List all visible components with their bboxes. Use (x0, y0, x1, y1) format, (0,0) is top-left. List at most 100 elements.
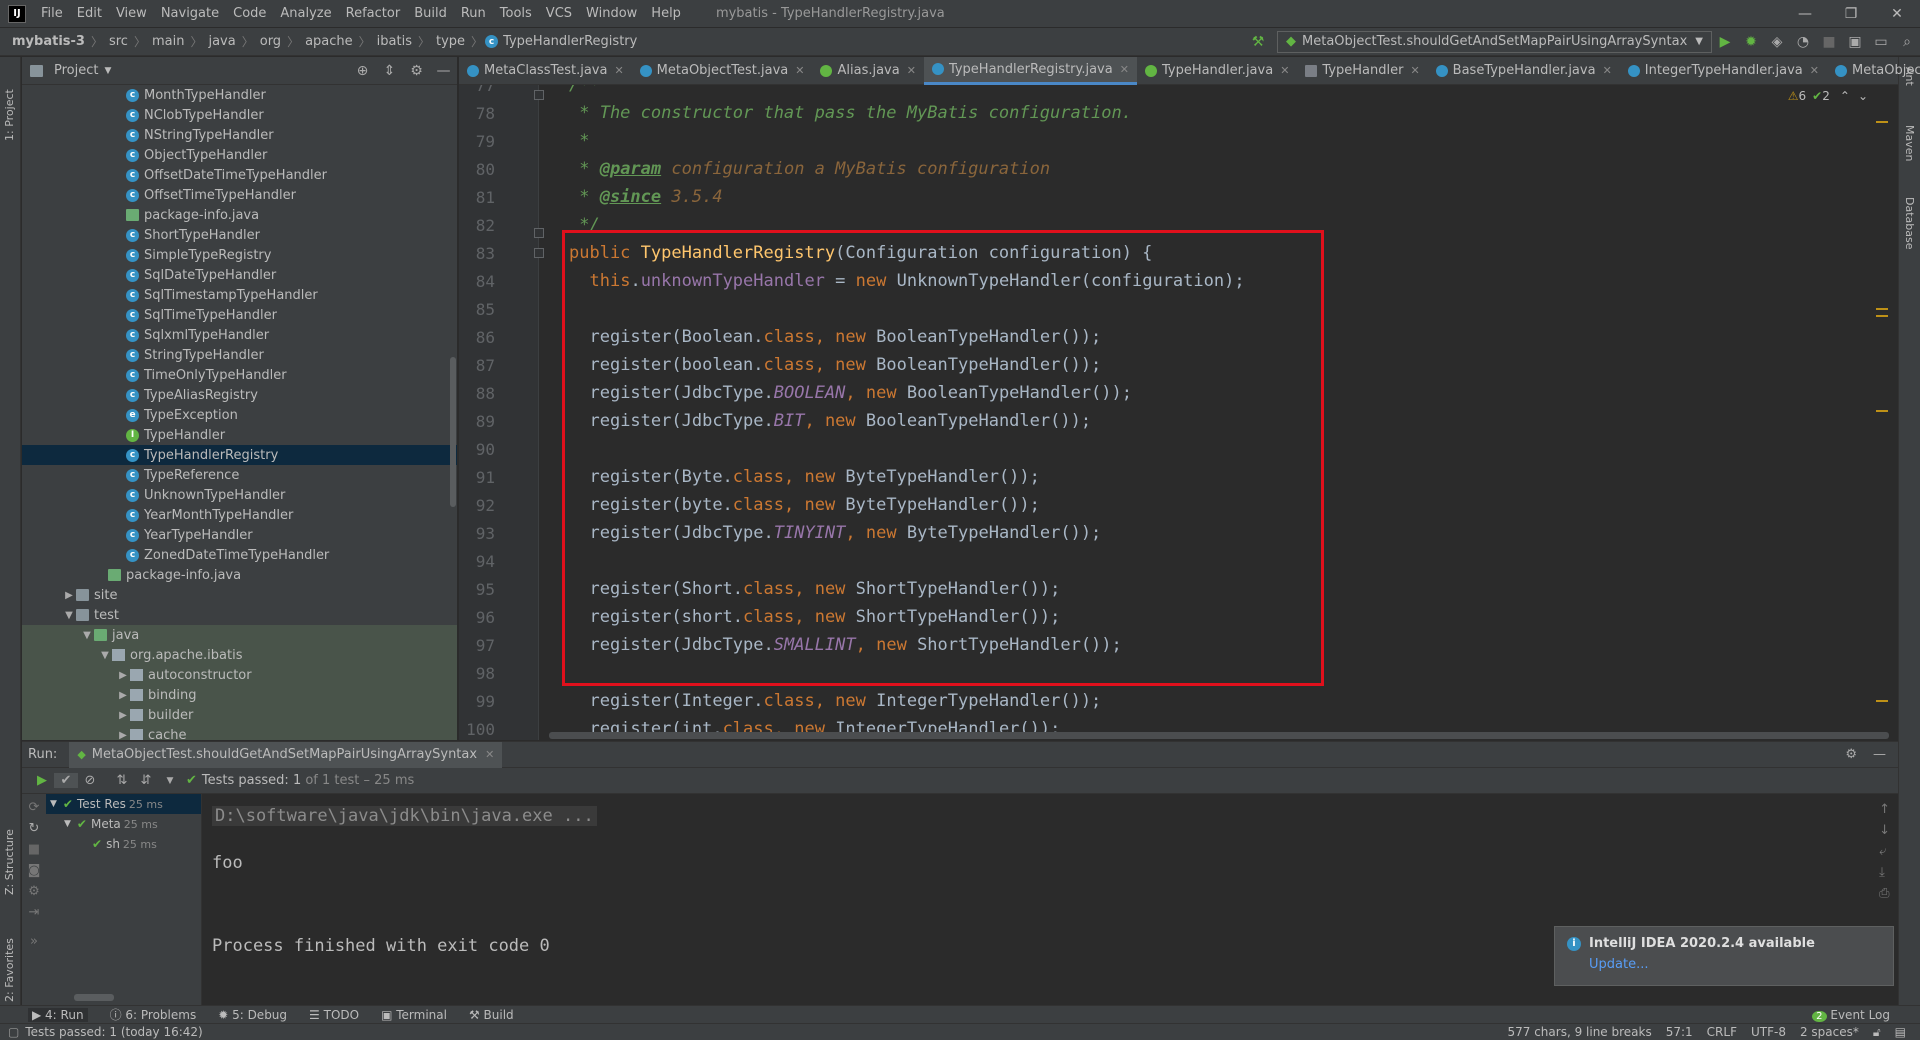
test-tree-item[interactable]: ▼ ✔ Test Res 25 ms (46, 794, 201, 814)
scroll-to-end-icon[interactable]: ⤓ (1879, 865, 1890, 880)
show-passed-icon[interactable]: ✔ (54, 773, 78, 788)
favorites-tool-button[interactable]: 2: Favorites (3, 938, 16, 1002)
run-icon[interactable]: ▶ (1712, 34, 1738, 50)
error-stripe-marker[interactable] (1876, 121, 1888, 123)
project-tree-package[interactable]: ▶ builder (22, 705, 457, 725)
structure-tool-button[interactable]: Z: Structure (3, 829, 16, 895)
project-tree-item[interactable]: c StringTypeHandler (22, 345, 457, 365)
breadcrumb-src[interactable]: src (105, 34, 132, 49)
build-hammer-icon[interactable]: ⚒ (1245, 34, 1271, 50)
hide-icon[interactable]: — (430, 63, 457, 79)
inspection-widget[interactable]: ⚠ 6 ✔ 2 ⌃ ⌄ (1788, 89, 1868, 103)
update-notification[interactable]: i IntelliJ IDEA 2020.2.4 available Update… (1554, 926, 1894, 986)
project-tree-item[interactable]: c YearTypeHandler (22, 525, 457, 545)
database-tool-button[interactable]: Database (1903, 197, 1916, 250)
project-tree-item[interactable]: c SqlTimeTypeHandler (22, 305, 457, 325)
menu-build[interactable]: Build (407, 6, 454, 21)
editor-tab[interactable]: MetaClassTest.java ✕ (459, 57, 632, 85)
chevron-down-icon[interactable]: ▼ (104, 66, 111, 76)
menu-view[interactable]: View (109, 6, 154, 21)
editor-tab[interactable]: TypeHandlerRegistry.java ✕ (923, 56, 1137, 85)
print-icon[interactable]: ⎙ (1879, 886, 1890, 901)
code-editor[interactable]: 77 78 79 80 81 82 83 84 85 86 87 88 89 90 91 92 93 94 95 96… (459, 85, 1898, 740)
coverage-icon[interactable]: ◈ (1764, 34, 1790, 50)
menu-edit[interactable]: Edit (70, 6, 109, 21)
project-tree-item[interactable]: c TypeReference (22, 465, 457, 485)
project-tree-item[interactable]: c SimpleTypeRegistry (22, 245, 457, 265)
restore-icon[interactable]: ❐ (1828, 6, 1874, 22)
error-stripe-marker[interactable] (1876, 410, 1888, 412)
project-tree-package[interactable]: ▶ autoconstructor (22, 665, 457, 685)
project-tree-item[interactable]: c ObjectTypeHandler (22, 145, 457, 165)
project-tree-package[interactable]: ▼ org.apache.ibatis (22, 645, 457, 665)
project-structure-icon[interactable]: ▣ (1842, 34, 1868, 50)
presentation-icon[interactable]: ▭ (1868, 34, 1894, 50)
breadcrumb-org[interactable]: org (256, 34, 285, 49)
project-tree-item[interactable]: c YearMonthTypeHandler (22, 505, 457, 525)
editor-tab[interactable]: MetaObject.java✕ (1827, 57, 1920, 85)
editor-tab[interactable]: IntegerTypeHandler.java ✕ (1620, 57, 1827, 85)
hide-icon[interactable]: — (1873, 747, 1886, 762)
fold-toggle-icon[interactable] (534, 90, 544, 100)
close-icon[interactable]: ✕ (1874, 6, 1920, 22)
project-tree-package[interactable]: ▶ binding (22, 685, 457, 705)
rerun-icon[interactable]: ▶ (30, 773, 54, 788)
close-icon[interactable]: ✕ (1120, 63, 1129, 76)
project-tree-item[interactable]: c OffsetTimeTypeHandler (22, 185, 457, 205)
breadcrumb-class[interactable]: TypeHandlerRegistry (503, 34, 641, 49)
editor-tab[interactable]: TypeHandler.java ✕ (1137, 57, 1297, 85)
project-tree-item[interactable]: c ShortTypeHandler (22, 225, 457, 245)
project-tree-item[interactable]: c ZonedDateTimeTypeHandler (22, 545, 457, 565)
menu-run[interactable]: Run (454, 6, 493, 21)
menu-vcs[interactable]: VCS (539, 6, 579, 21)
stop-icon[interactable]: ■ (1816, 34, 1842, 50)
project-tree-item[interactable]: package-info.java (22, 205, 457, 225)
arrow-down-icon[interactable]: ↓ (1879, 823, 1890, 838)
breadcrumb-apache[interactable]: apache (301, 34, 357, 49)
project-tree-item[interactable]: c TypeHandlerRegistry (22, 445, 457, 465)
project-tree-item[interactable]: c TimeOnlyTypeHandler (22, 365, 457, 385)
menu-code[interactable]: Code (226, 6, 273, 21)
soft-wrap-icon[interactable]: ⤶ (1879, 844, 1890, 859)
arrow-up-icon[interactable]: ↑ (1879, 802, 1890, 817)
test-tree-item[interactable]: ▼ ✔ Meta 25 ms (46, 814, 201, 834)
project-scrollbar[interactable] (450, 357, 456, 507)
breadcrumb-ibatis[interactable]: ibatis (373, 34, 416, 49)
project-tree-item[interactable]: e TypeException (22, 405, 457, 425)
maven-tool-button[interactable]: Maven (1903, 125, 1916, 161)
todo-tool-button[interactable]: ☰ TODO (309, 1008, 359, 1022)
fold-toggle-icon[interactable] (534, 228, 544, 238)
fold-toggle-icon[interactable] (534, 248, 544, 258)
breadcrumb-main[interactable]: main (148, 34, 188, 49)
project-panel-title[interactable]: Project (54, 63, 98, 78)
test-tree-item[interactable]: ✔ sh 25 ms (46, 834, 201, 854)
debug-tool-button[interactable]: ✹ 5: Debug (218, 1008, 287, 1022)
toggle-auto-test-icon[interactable]: ↻ (22, 821, 46, 836)
expand-icon[interactable]: » (22, 934, 46, 949)
problems-tool-button[interactable]: ⓘ 6: Problems (110, 1006, 197, 1023)
project-tree-item[interactable]: c TypeAliasRegistry (22, 385, 457, 405)
menu-help[interactable]: Help (644, 6, 688, 21)
project-tree-item[interactable]: c MonthTypeHandler (22, 85, 457, 105)
terminal-tool-button[interactable]: ▣ Terminal (381, 1008, 447, 1022)
project-tree-item[interactable]: c NClobTypeHandler (22, 105, 457, 125)
editor-tab[interactable]: MetaObjectTest.java ✕ (632, 57, 813, 85)
login-icon[interactable]: ⇥ (22, 905, 46, 920)
breadcrumb-type[interactable]: type (432, 34, 469, 49)
line-separator[interactable]: CRLF (1707, 1025, 1737, 1040)
breadcrumb-project[interactable]: mybatis-3 (0, 34, 89, 49)
close-icon[interactable]: ✕ (1410, 64, 1419, 77)
menu-file[interactable]: File (34, 6, 70, 21)
close-icon[interactable]: ✕ (795, 64, 804, 77)
chevron-down-icon[interactable]: ⌄ (1858, 89, 1868, 103)
error-stripe-marker[interactable] (1876, 308, 1888, 310)
status-message[interactable]: Tests passed: 1 (today 16:42) (25, 1025, 202, 1039)
project-tree-item[interactable]: c SqlDateTypeHandler (22, 265, 457, 285)
project-tree-item[interactable]: c OffsetDateTimeTypeHandler (22, 165, 457, 185)
toggle-tool-windows-icon[interactable]: ▢ (8, 1025, 19, 1039)
update-link[interactable]: Update... (1589, 957, 1881, 972)
sort-duration-icon[interactable]: ⇵ (134, 773, 158, 788)
project-tree-item[interactable]: c SqlxmlTypeHandler (22, 325, 457, 345)
indent-setting[interactable]: 2 spaces* (1800, 1025, 1859, 1040)
project-tree-package[interactable]: ▶ cache (22, 725, 457, 740)
